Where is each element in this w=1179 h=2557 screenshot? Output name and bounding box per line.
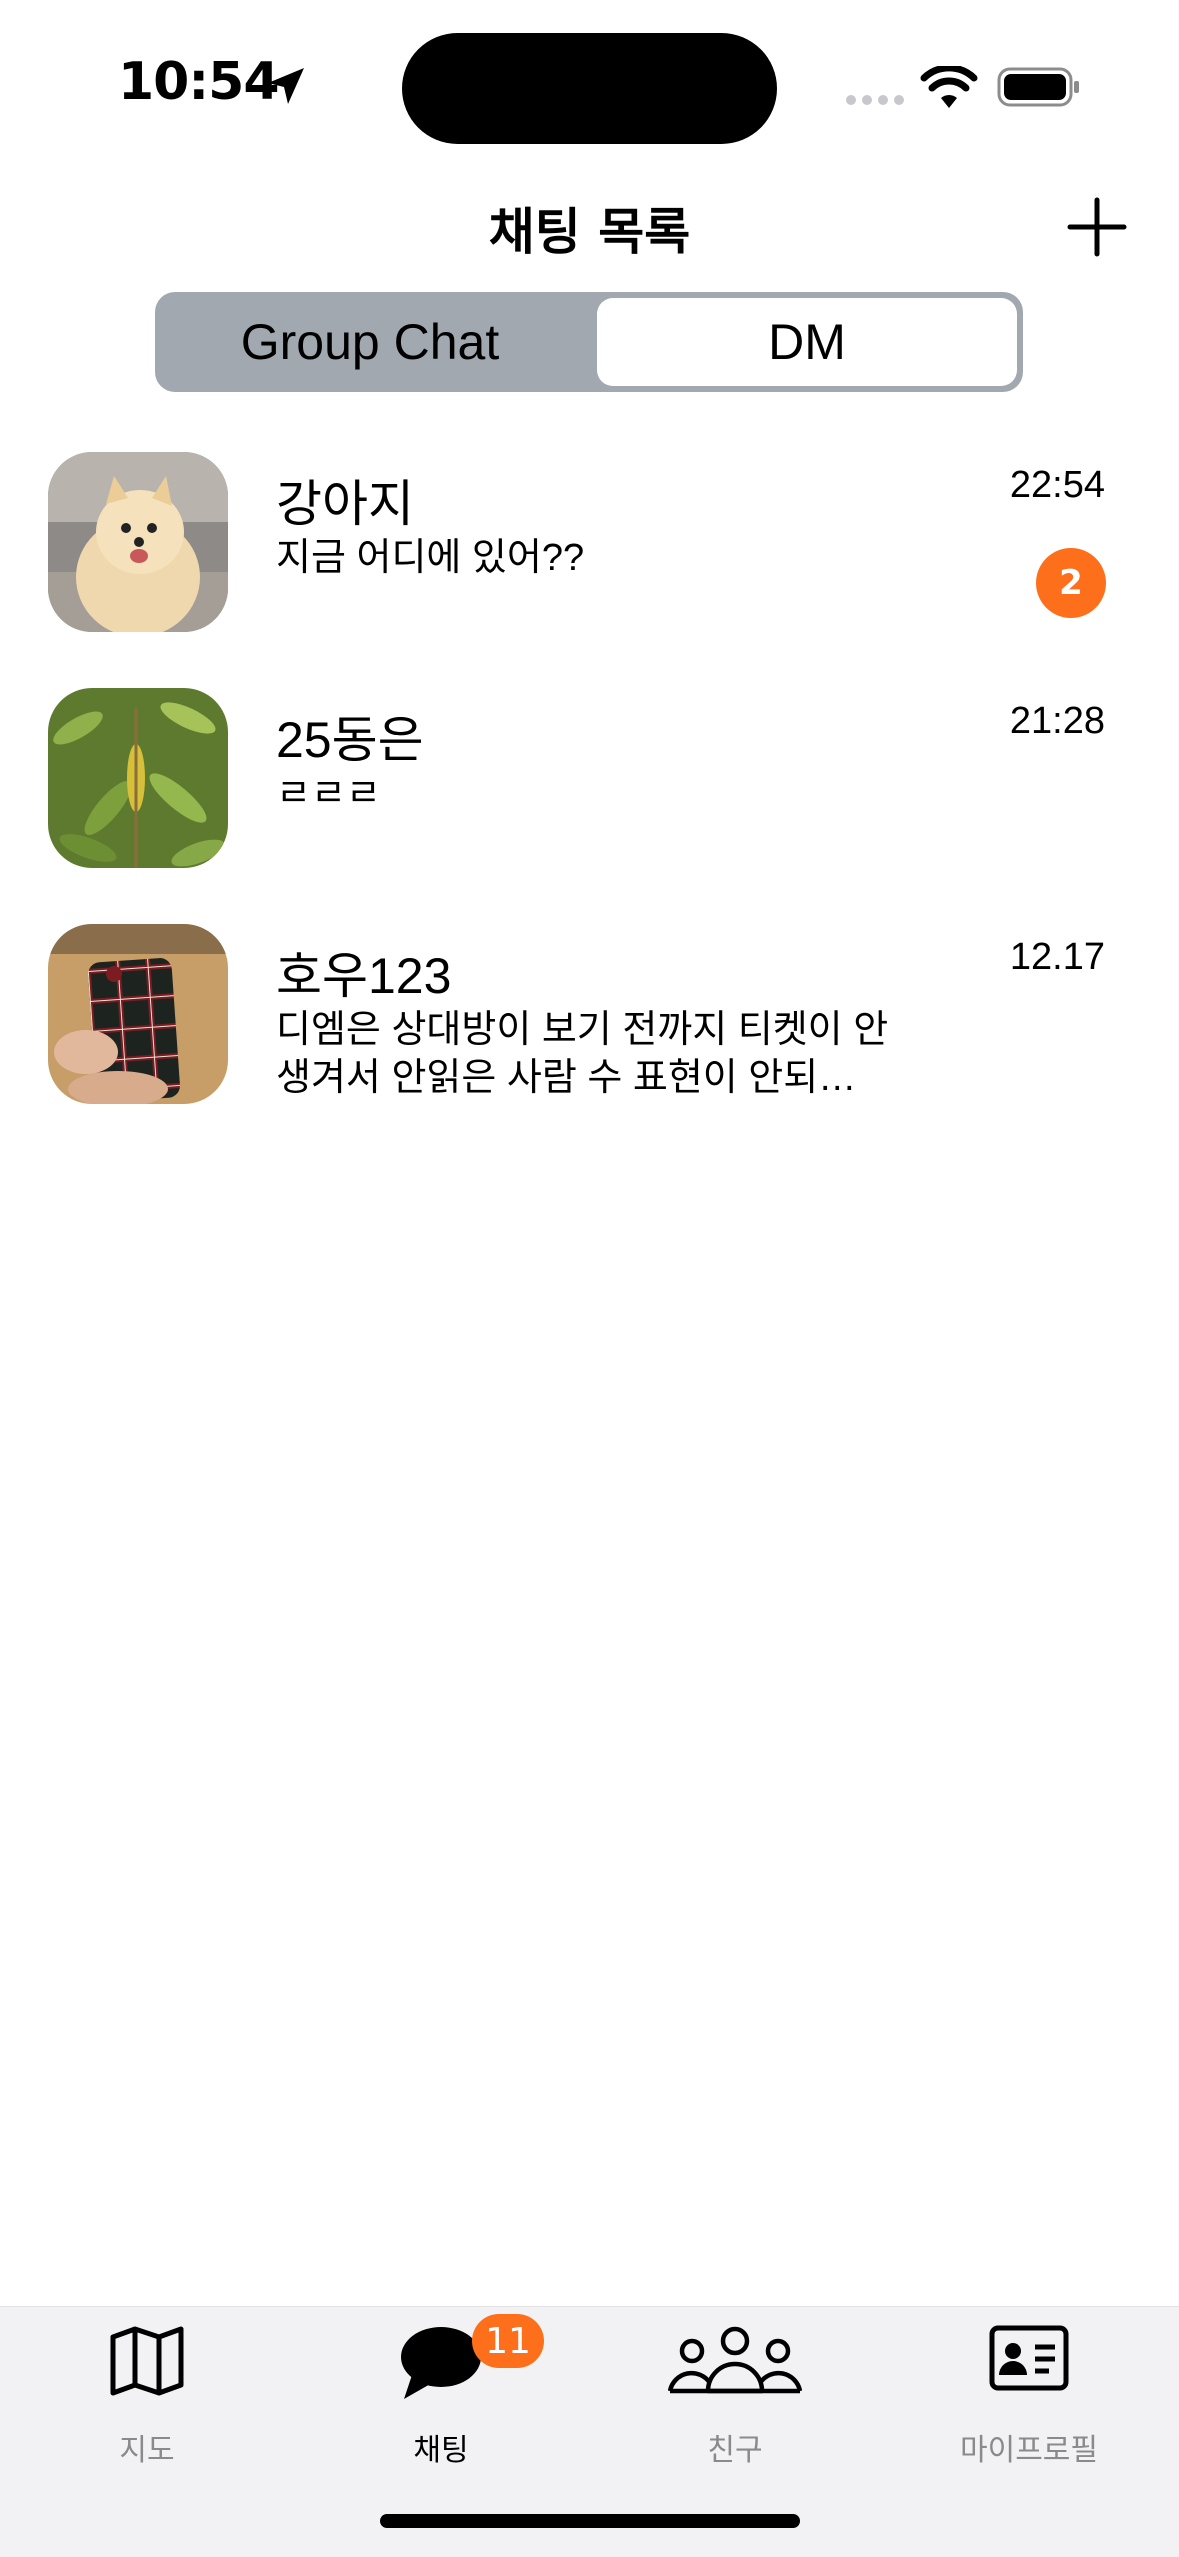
chat-name: 강아지 <box>276 476 414 532</box>
tab-label: 지도 <box>119 2433 175 2468</box>
phone-case-avatar-image <box>48 924 228 1104</box>
tab-map[interactable]: 지도 <box>0 2307 294 2468</box>
page-title: 채팅 목록 <box>488 203 691 261</box>
avatar <box>48 688 228 868</box>
location-arrow-icon <box>268 68 304 104</box>
chat-time: 22:54 <box>1009 464 1105 506</box>
chat-list-item[interactable]: 25동은 ㄹㄹㄹ 21:28 <box>0 688 1179 868</box>
tab-label: 채팅 <box>413 2433 469 2468</box>
tab-my-profile[interactable]: 마이프로필 <box>882 2307 1176 2468</box>
wifi-icon <box>920 66 978 108</box>
chat-name: 25동은 <box>276 712 424 768</box>
add-chat-button[interactable] <box>1066 196 1128 258</box>
map-icon <box>110 2326 184 2396</box>
chat-last-message: 디엠은 상대방이 보기 전까지 티켓이 안생겨서 안읽은 사람 수 표현이 안되… <box>276 1009 889 1099</box>
chat-last-message: 지금 어디에 있어?? <box>276 537 585 579</box>
tab-label: 마이프로필 <box>960 2433 1098 2468</box>
tab-dm[interactable]: DM <box>597 298 1017 386</box>
tab-group-chat[interactable]: Group Chat <box>161 298 579 386</box>
cellular-signal-icon <box>846 95 904 105</box>
chat-last-message: ㄹㄹㄹ <box>276 773 381 815</box>
chat-tab-badge: 11 <box>472 2314 544 2368</box>
battery-icon <box>997 67 1079 107</box>
profile-card-icon <box>989 2325 1069 2391</box>
chat-time: 12.17 <box>1009 936 1105 978</box>
chat-list-item[interactable]: 강아지 지금 어디에 있어?? 22:54 2 <box>0 452 1179 632</box>
chat-time: 21:28 <box>1009 700 1105 742</box>
chat-bubble-icon <box>401 2327 481 2399</box>
friends-icon <box>668 2326 802 2394</box>
plant-avatar-image <box>48 688 228 868</box>
avatar <box>48 452 228 632</box>
tab-chat[interactable]: 채팅 <box>294 2307 588 2468</box>
tab-label: 친구 <box>707 2433 763 2468</box>
chat-type-segmented-control: Group Chat DM <box>155 292 1023 392</box>
dynamic-island <box>402 33 777 144</box>
unread-count-badge: 2 <box>1036 548 1106 618</box>
home-indicator <box>380 2514 800 2528</box>
puppy-avatar-image <box>48 452 228 632</box>
tab-friends[interactable]: 친구 <box>588 2307 882 2468</box>
chat-list-item[interactable]: 호우123 디엠은 상대방이 보기 전까지 티켓이 안생겨서 안읽은 사람 수 … <box>0 924 1179 1104</box>
status-time: 10:54 <box>118 52 280 112</box>
chat-name: 호우123 <box>276 948 452 1004</box>
avatar <box>48 924 228 1104</box>
